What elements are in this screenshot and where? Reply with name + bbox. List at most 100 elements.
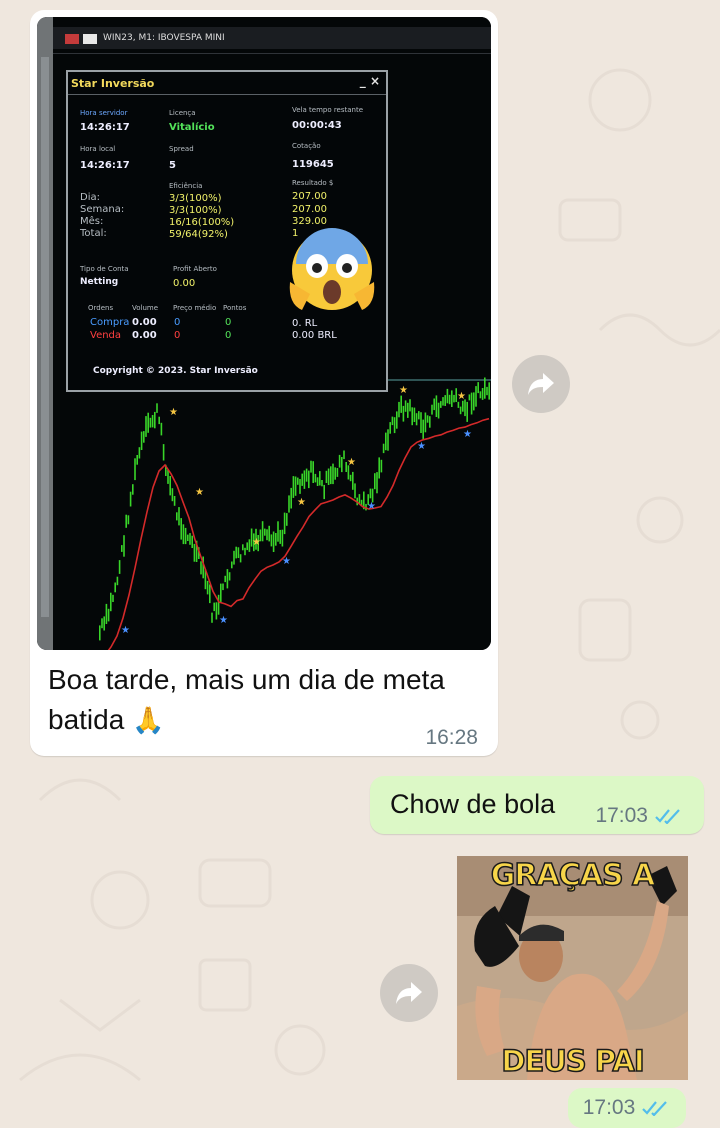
chart-candle [189,533,191,545]
order-points-buy: 0 [225,317,232,328]
chart-signal-star-icon: ★ [463,429,472,440]
label-efficiency: Eficiência [169,182,203,190]
chart-candle [213,602,215,612]
incoming-message-bubble[interactable]: WIN23, M1: IBOVESPA MINI ★ ★ ★ ★ ★ ★ ★ ★ ★ ★ ★ ★ ★ S… [30,10,498,756]
chart-candle [226,569,229,589]
incoming-timestamp: 16:28 [425,726,478,749]
stat-result-day: 207.00 [292,191,327,202]
chart-candle [374,473,376,490]
chart-candle [385,432,387,451]
order-side-buy: Compra [90,317,130,328]
chart-candle [215,602,218,620]
chart-candle [270,534,273,547]
sticker-forward-button[interactable] [380,964,438,1022]
chart-candle [479,391,482,399]
value-candle-time: 00:00:43 [292,120,342,131]
chart-candle [136,455,138,465]
meme-sticker[interactable]: GRAÇAS A DEUS PAI [457,856,688,1080]
chart-candle [167,470,169,484]
label-result: Resultado $ [292,179,334,187]
chart-candle [160,422,163,436]
double-check-icon [655,809,680,824]
chart-candle [453,394,455,403]
chart-candle [325,470,328,483]
stat-period-total: Total: [80,228,107,239]
chart-candle [140,431,143,450]
panel-copyright: Copyright © 2023. Star Inversão [93,366,258,376]
chart-candle [156,403,158,413]
chart-candle [473,392,475,411]
chart-candle [297,477,299,485]
chart-candle [435,395,438,417]
chart-candle [422,419,424,441]
panel-window-controls[interactable]: _ × [360,74,380,88]
chart-candle [330,466,332,485]
chart-candle [154,411,156,429]
chart-signal-star-icon: ★ [121,625,130,636]
chart-candle [237,547,240,558]
chart-candle [169,476,171,496]
sticker-meta: 17:03 [568,1088,686,1128]
chart-candle [481,388,484,400]
order-brl-sell: 0.00 BRL [292,330,337,341]
chart-signal-star-icon: ★ [417,441,426,452]
chart-candle [444,395,446,406]
chart-candle [191,535,193,548]
chart-candle [369,488,372,499]
trading-screen-photo[interactable]: WIN23, M1: IBOVESPA MINI ★ ★ ★ ★ ★ ★ ★ ★ ★ ★ ★ ★ ★ S… [37,17,491,650]
chart-candle [116,576,119,586]
chart-candle [121,545,123,552]
chart-candle [380,459,383,473]
chart-candle [486,386,488,396]
chart-candle [277,521,279,542]
chart-candle [101,618,103,629]
chart-candle [127,515,130,525]
chart-signal-star-icon: ★ [195,487,204,498]
chart-candle [173,496,176,506]
caption-line-2-text: batida [48,704,125,735]
chart-candle [299,479,301,494]
chart-candle [162,444,165,461]
chart-candle [182,524,185,545]
chart-candle [180,518,182,540]
chart-candle [292,476,295,498]
chart-candle [134,458,136,481]
chart-candle [312,461,314,483]
chart-candle [457,401,460,408]
chart-candle [393,417,396,434]
chart-candle [475,386,477,407]
chart-candle [283,512,286,535]
chart-candle [396,411,398,429]
chart-candle [107,608,110,622]
label-points: Pontos [223,304,247,312]
chart-candle [323,484,325,500]
meme-bottom-text: DEUS PAI [501,1043,646,1079]
stat-efficiency-day: 3/3(100%) [169,193,222,204]
chart-candle [132,484,134,495]
chart-signal-star-icon: ★ [457,391,466,402]
chart-candle [286,513,288,526]
outgoing-message-bubble[interactable]: Chow de bola 17:03 [370,776,704,834]
order-side-sell: Venda [90,330,122,341]
chart-candle [248,539,251,552]
chart-candle [343,450,345,460]
value-quote: 119645 [292,159,334,170]
chart-candle [303,470,306,489]
chart-candle [123,535,125,557]
chart-candle [178,507,180,526]
value-spread: 5 [169,160,176,171]
chart-candle [378,457,380,479]
chart-candle [387,429,389,451]
chart-candle [446,388,449,404]
chart-candle [272,531,275,552]
chart-candle [200,561,202,575]
chart-candle [484,377,486,399]
stat-period-week: Semana: [80,204,125,215]
chart-candle [411,407,413,426]
chart-candle [233,550,235,565]
chart-candle [451,390,453,407]
chart-candle [147,412,149,433]
forward-button[interactable] [512,355,570,413]
chart-candle [316,477,319,486]
stat-period-day: Dia: [80,192,100,203]
